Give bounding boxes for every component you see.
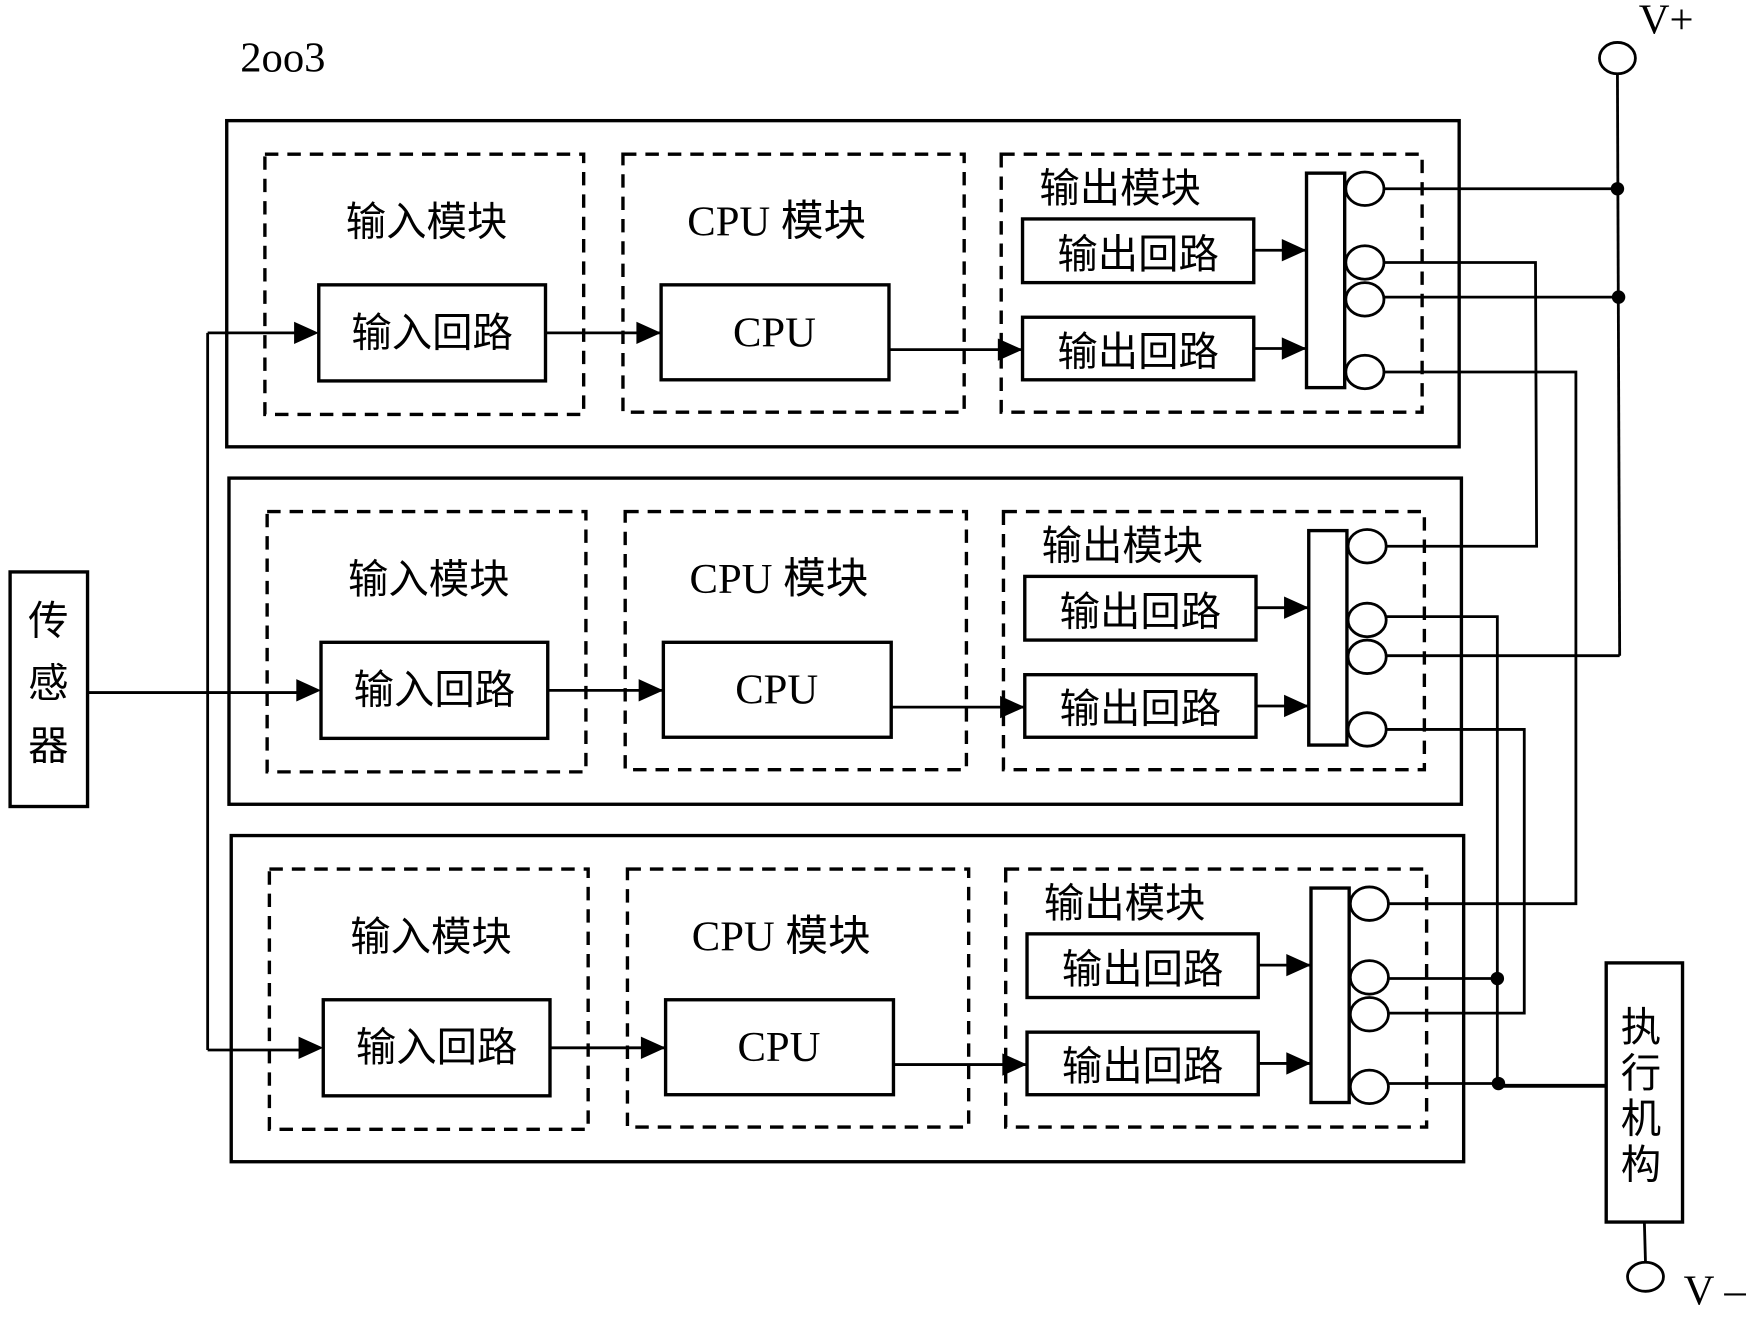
input-circuit-label: 输入回路 [356, 1024, 518, 1071]
actuator-to-vminus-wire [1642, 1222, 1647, 1263]
actuator-label-char: 行 [1621, 1050, 1661, 1097]
output-contact [1348, 885, 1390, 922]
channel-3: 输入模块输入回路CPU 模块CPU输出模块输出回路输出回路 [229, 833, 1466, 1164]
v-plus-rail [1616, 73, 1622, 656]
actuator: 执 行 机 构 V – [1604, 961, 1747, 1315]
output-contact [1348, 959, 1390, 996]
v-minus-terminal [1626, 1260, 1665, 1293]
output-module-label: 输出模块 [1042, 523, 1204, 570]
cpu-label: CPU [737, 1024, 820, 1071]
junction-dot [1491, 1076, 1506, 1091]
output-contact [1344, 170, 1386, 207]
channel-2: 输入模块输入回路CPU 模块CPU输出模块输出回路输出回路 [227, 476, 1464, 806]
output-module-label: 输出模块 [1044, 880, 1206, 927]
output-contact [1348, 1068, 1390, 1106]
v-plus-label: V+ [1639, 0, 1694, 43]
relay-bar [1307, 528, 1349, 747]
input-circuit-label: 输入回路 [351, 309, 513, 356]
output-circuit-label: 输出回路 [1057, 231, 1219, 278]
cpu-label: CPU [733, 309, 816, 356]
input-module-label: 输入模块 [348, 556, 510, 603]
output-contact [1344, 353, 1386, 391]
output-contact [1344, 244, 1386, 281]
output-circuit-label: 输出回路 [1062, 1043, 1224, 1090]
cpu-label: CPU [735, 667, 818, 714]
output-circuit-label: 输出回路 [1057, 328, 1219, 375]
output-contact [1346, 638, 1388, 675]
junction-dot [1490, 971, 1505, 986]
sensor-label-char: 感 [28, 660, 68, 707]
v-plus-terminal [1598, 41, 1637, 76]
cpu-module-label: CPU 模块 [692, 914, 871, 961]
input-circuit-label: 输入回路 [354, 667, 516, 714]
sensor: 传 感 器 [8, 570, 90, 809]
output-module-label: 输出模块 [1039, 165, 1201, 212]
output-contact [1346, 601, 1388, 639]
output-contact [1344, 281, 1386, 318]
cpu-module-label: CPU 模块 [687, 199, 866, 246]
v-minus-label: V – [1684, 1268, 1747, 1315]
input-module-label: 输入模块 [346, 199, 508, 246]
output-circuit-label: 输出回路 [1060, 686, 1222, 733]
relay-bar [1309, 886, 1351, 1105]
output-circuit-label: 输出回路 [1060, 589, 1222, 636]
output-contact [1346, 528, 1388, 565]
actuator-label-char: 机 [1621, 1096, 1661, 1143]
sensor-label-char: 传 [28, 598, 68, 645]
positive-supply: V+ [1598, 0, 1694, 656]
actuator-label-char: 构 [1621, 1142, 1661, 1189]
output-contact [1348, 996, 1390, 1033]
relay-bar [1304, 171, 1347, 390]
actuator-label-char: 执 [1621, 1004, 1661, 1051]
output-circuit-label: 输出回路 [1062, 946, 1224, 993]
channel-1: 输入模块输入回路CPU 模块CPU输出模块输出回路输出回路 [225, 118, 1461, 449]
cpu-module-label: CPU 模块 [690, 556, 869, 603]
2oo3-redundancy-diagram: 2oo3 传 感 器 输入模块输入回路CPU 模块CPU输出模块输出回路输出回路… [8, 0, 1747, 1315]
output-contact [1346, 711, 1388, 748]
sensor-label-char: 器 [28, 723, 68, 770]
diagram-title: 2oo3 [240, 35, 325, 82]
input-module-label: 输入模块 [350, 914, 512, 961]
